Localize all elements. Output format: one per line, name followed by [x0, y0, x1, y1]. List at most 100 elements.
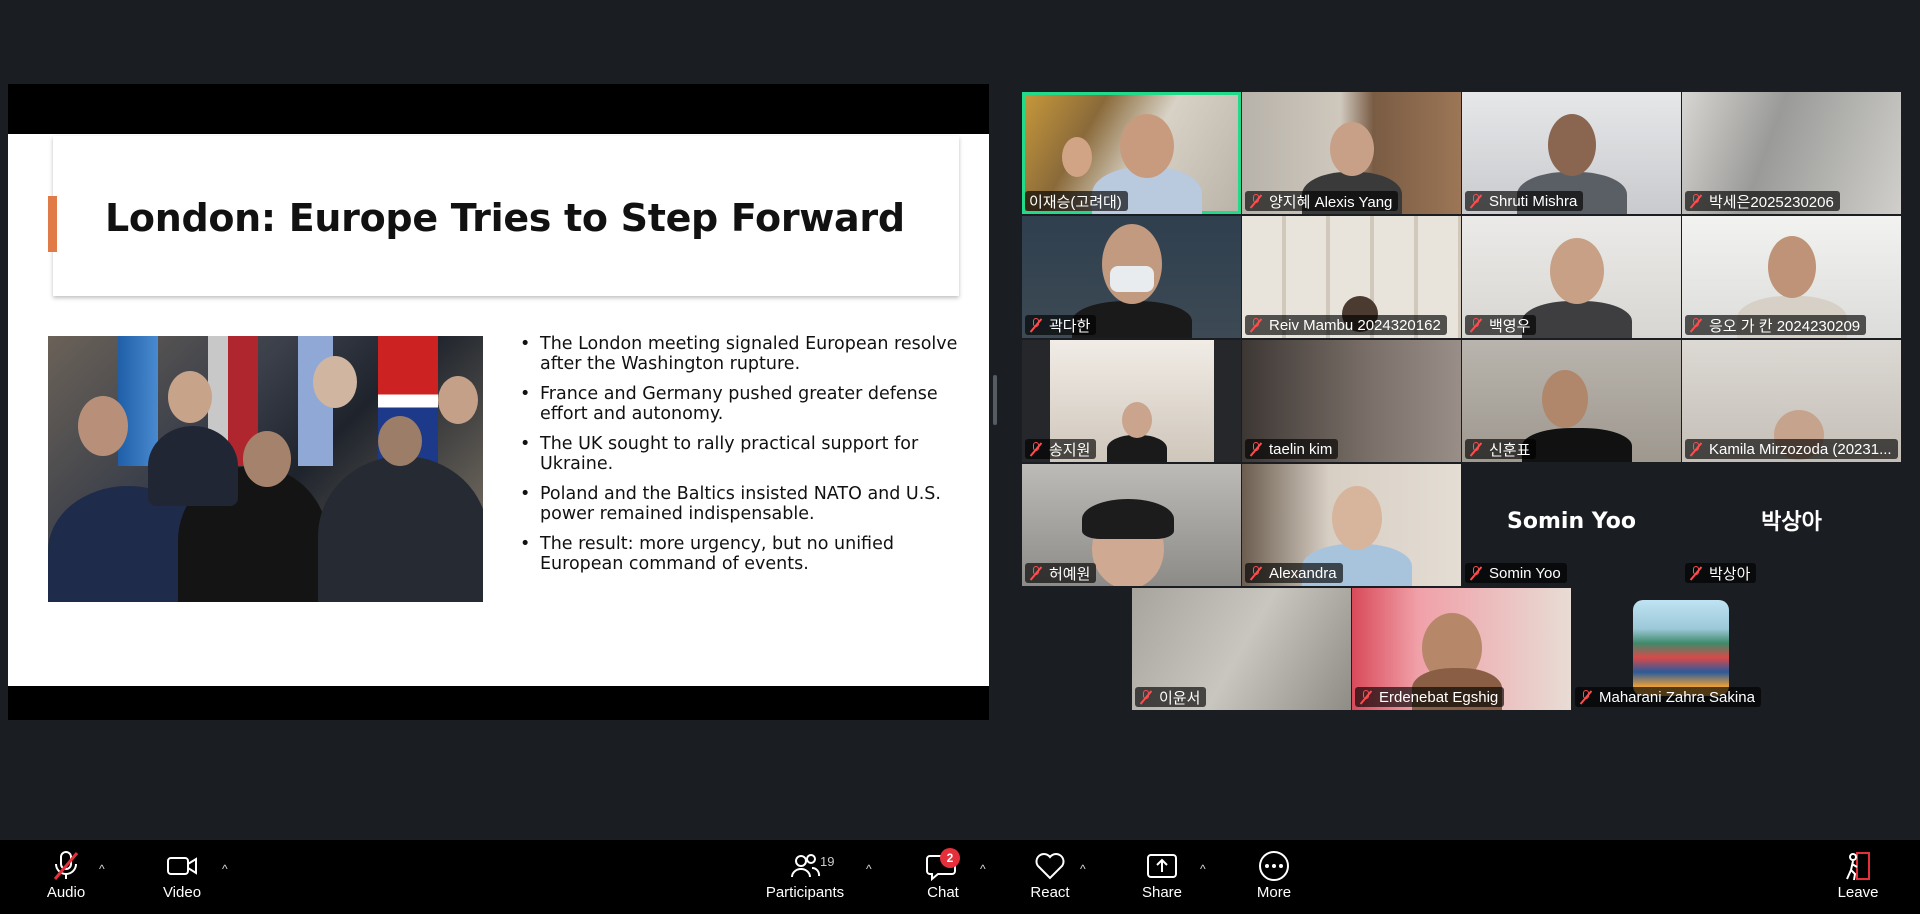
video-tile[interactable]: 허예원 — [1022, 464, 1241, 586]
video-tile[interactable]: 이재승(고려대) — [1022, 92, 1241, 214]
video-tile[interactable]: Alexandra — [1242, 464, 1461, 586]
slide-bullet-list: The London meeting signaled European res… — [520, 334, 960, 584]
video-tile[interactable]: 송지원 — [1022, 340, 1241, 462]
video-tile[interactable]: 박세은2025230206 — [1682, 92, 1901, 214]
video-tile[interactable]: Kamila Mirzozoda (20231... — [1682, 340, 1901, 462]
microphone-muted-icon — [1689, 318, 1703, 332]
video-tile[interactable]: 양지혜 Alexis Yang — [1242, 92, 1461, 214]
video-camera-icon — [152, 850, 212, 882]
split-view-resize-handle[interactable] — [993, 375, 997, 425]
participant-name-label: Alexandra — [1245, 563, 1343, 583]
microphone-muted-icon — [1469, 194, 1483, 208]
video-tile[interactable]: Maharani Zahra Sakina — [1572, 588, 1791, 710]
share-options-caret[interactable]: ^ — [1200, 862, 1206, 876]
audio-button[interactable]: Audio — [36, 850, 96, 910]
participants-options-caret[interactable]: ^ — [866, 862, 872, 876]
microphone-muted-icon — [1359, 690, 1373, 704]
slide-photo — [48, 336, 483, 602]
leave-button[interactable]: Leave — [1828, 850, 1888, 910]
share-screen-icon — [1132, 850, 1192, 882]
slide-title: London: Europe Tries to Step Forward — [105, 196, 905, 240]
participant-name-label: Maharani Zahra Sakina — [1575, 687, 1761, 707]
bullet-item: France and Germany pushed greater defens… — [520, 384, 960, 424]
video-options-caret[interactable]: ^ — [222, 862, 228, 876]
participant-name-label: 이재승(고려대) — [1025, 191, 1128, 211]
video-tile[interactable]: 곽다한 — [1022, 216, 1241, 338]
participant-display-name: 박상아 — [1761, 510, 1822, 535]
react-options-caret[interactable]: ^ — [1080, 862, 1086, 876]
video-tile[interactable]: Somin Yoo Somin Yoo — [1462, 464, 1681, 586]
microphone-muted-icon — [1249, 318, 1263, 332]
chat-unread-badge: 2 — [940, 848, 960, 868]
microphone-muted-icon — [1469, 318, 1483, 332]
microphone-muted-icon — [1249, 442, 1263, 456]
video-tile[interactable]: Erdenebat Egshig — [1352, 588, 1571, 710]
participants-button[interactable]: 19 Participants — [762, 850, 848, 910]
video-tile[interactable]: Reiv Mambu 2024320162 — [1242, 216, 1461, 338]
title-accent-bar — [48, 196, 57, 252]
bullet-item: The London meeting signaled European res… — [520, 334, 960, 374]
participant-name-label: 박상아 — [1685, 563, 1757, 583]
share-label: Share — [1141, 884, 1183, 901]
meeting-toolbar: Audio ^ Video ^ 19 Participants ^ 2 Chat… — [0, 840, 1920, 914]
microphone-muted-icon — [1249, 566, 1263, 580]
more-button[interactable]: More — [1244, 850, 1304, 910]
participant-name-label: 곽다한 — [1025, 315, 1097, 335]
participant-name-label: Reiv Mambu 2024320162 — [1245, 315, 1447, 335]
video-button[interactable]: Video — [152, 850, 212, 910]
chat-label: Chat — [927, 884, 959, 901]
participant-name-label: Erdenebat Egshig — [1355, 687, 1505, 707]
participant-name-label: 백영우 — [1465, 315, 1537, 335]
leave-label: Leave — [1837, 884, 1879, 901]
video-label: Video — [162, 884, 202, 901]
microphone-muted-icon — [1469, 566, 1483, 580]
participant-name-label: Kamila Mirzozoda (20231... — [1685, 439, 1898, 459]
video-tile[interactable]: taelin kim — [1242, 340, 1461, 462]
participant-name-label: Shruti Mishra — [1465, 191, 1584, 211]
share-button[interactable]: Share — [1132, 850, 1192, 910]
microphone-muted-icon — [1029, 566, 1043, 580]
participant-name-label: taelin kim — [1245, 439, 1339, 459]
microphone-muted-icon — [1249, 194, 1263, 208]
participant-name-label: 박세은2025230206 — [1685, 191, 1840, 211]
participant-avatar — [1633, 600, 1729, 696]
video-tile[interactable]: 백영우 — [1462, 216, 1681, 338]
participant-name-label: Somin Yoo — [1465, 563, 1567, 583]
microphone-muted-icon — [1029, 318, 1043, 332]
bullet-item: The result: more urgency, but no unified… — [520, 534, 960, 574]
participant-name-label: 이윤서 — [1135, 687, 1207, 707]
heart-icon — [1020, 850, 1080, 882]
react-label: React — [1030, 884, 1070, 901]
microphone-muted-icon — [1689, 566, 1703, 580]
microphone-muted-icon — [1139, 690, 1153, 704]
video-tile[interactable]: 신훈표 — [1462, 340, 1681, 462]
participant-name-label: 응오 가 칸 2024230209 — [1685, 315, 1867, 335]
participant-name-label: 허예원 — [1025, 563, 1097, 583]
chat-bubble-icon: 2 — [914, 848, 972, 882]
participant-name-label: 양지혜 Alexis Yang — [1245, 191, 1399, 211]
react-button[interactable]: React — [1020, 850, 1080, 910]
audio-label: Audio — [46, 884, 86, 901]
microphone-muted-icon — [1029, 442, 1043, 456]
video-tile[interactable]: 이윤서 — [1132, 588, 1351, 710]
microphone-muted-icon — [1689, 442, 1703, 456]
microphone-muted-icon — [1689, 194, 1703, 208]
video-tile[interactable]: 박상아 박상아 — [1682, 464, 1901, 586]
participant-name-label: 송지원 — [1025, 439, 1097, 459]
leave-door-icon — [1828, 850, 1888, 882]
shared-screen: London: Europe Tries to Step Forward The… — [8, 84, 989, 720]
participants-icon: 19 — [762, 850, 848, 882]
audio-options-caret[interactable]: ^ — [99, 862, 105, 876]
chat-button[interactable]: 2 Chat — [914, 848, 972, 910]
participants-label: Participants — [765, 884, 845, 901]
more-options-icon — [1244, 850, 1304, 882]
microphone-muted-icon — [1469, 442, 1483, 456]
participant-display-name: Somin Yoo — [1507, 509, 1636, 534]
video-tile[interactable]: Shruti Mishra — [1462, 92, 1681, 214]
participant-name-label: 신훈표 — [1465, 439, 1537, 459]
presentation-slide: London: Europe Tries to Step Forward The… — [8, 134, 989, 686]
bullet-item: The UK sought to rally practical support… — [520, 434, 960, 474]
video-tile[interactable]: 응오 가 칸 2024230209 — [1682, 216, 1901, 338]
chat-options-caret[interactable]: ^ — [980, 862, 986, 876]
more-label: More — [1256, 884, 1292, 901]
